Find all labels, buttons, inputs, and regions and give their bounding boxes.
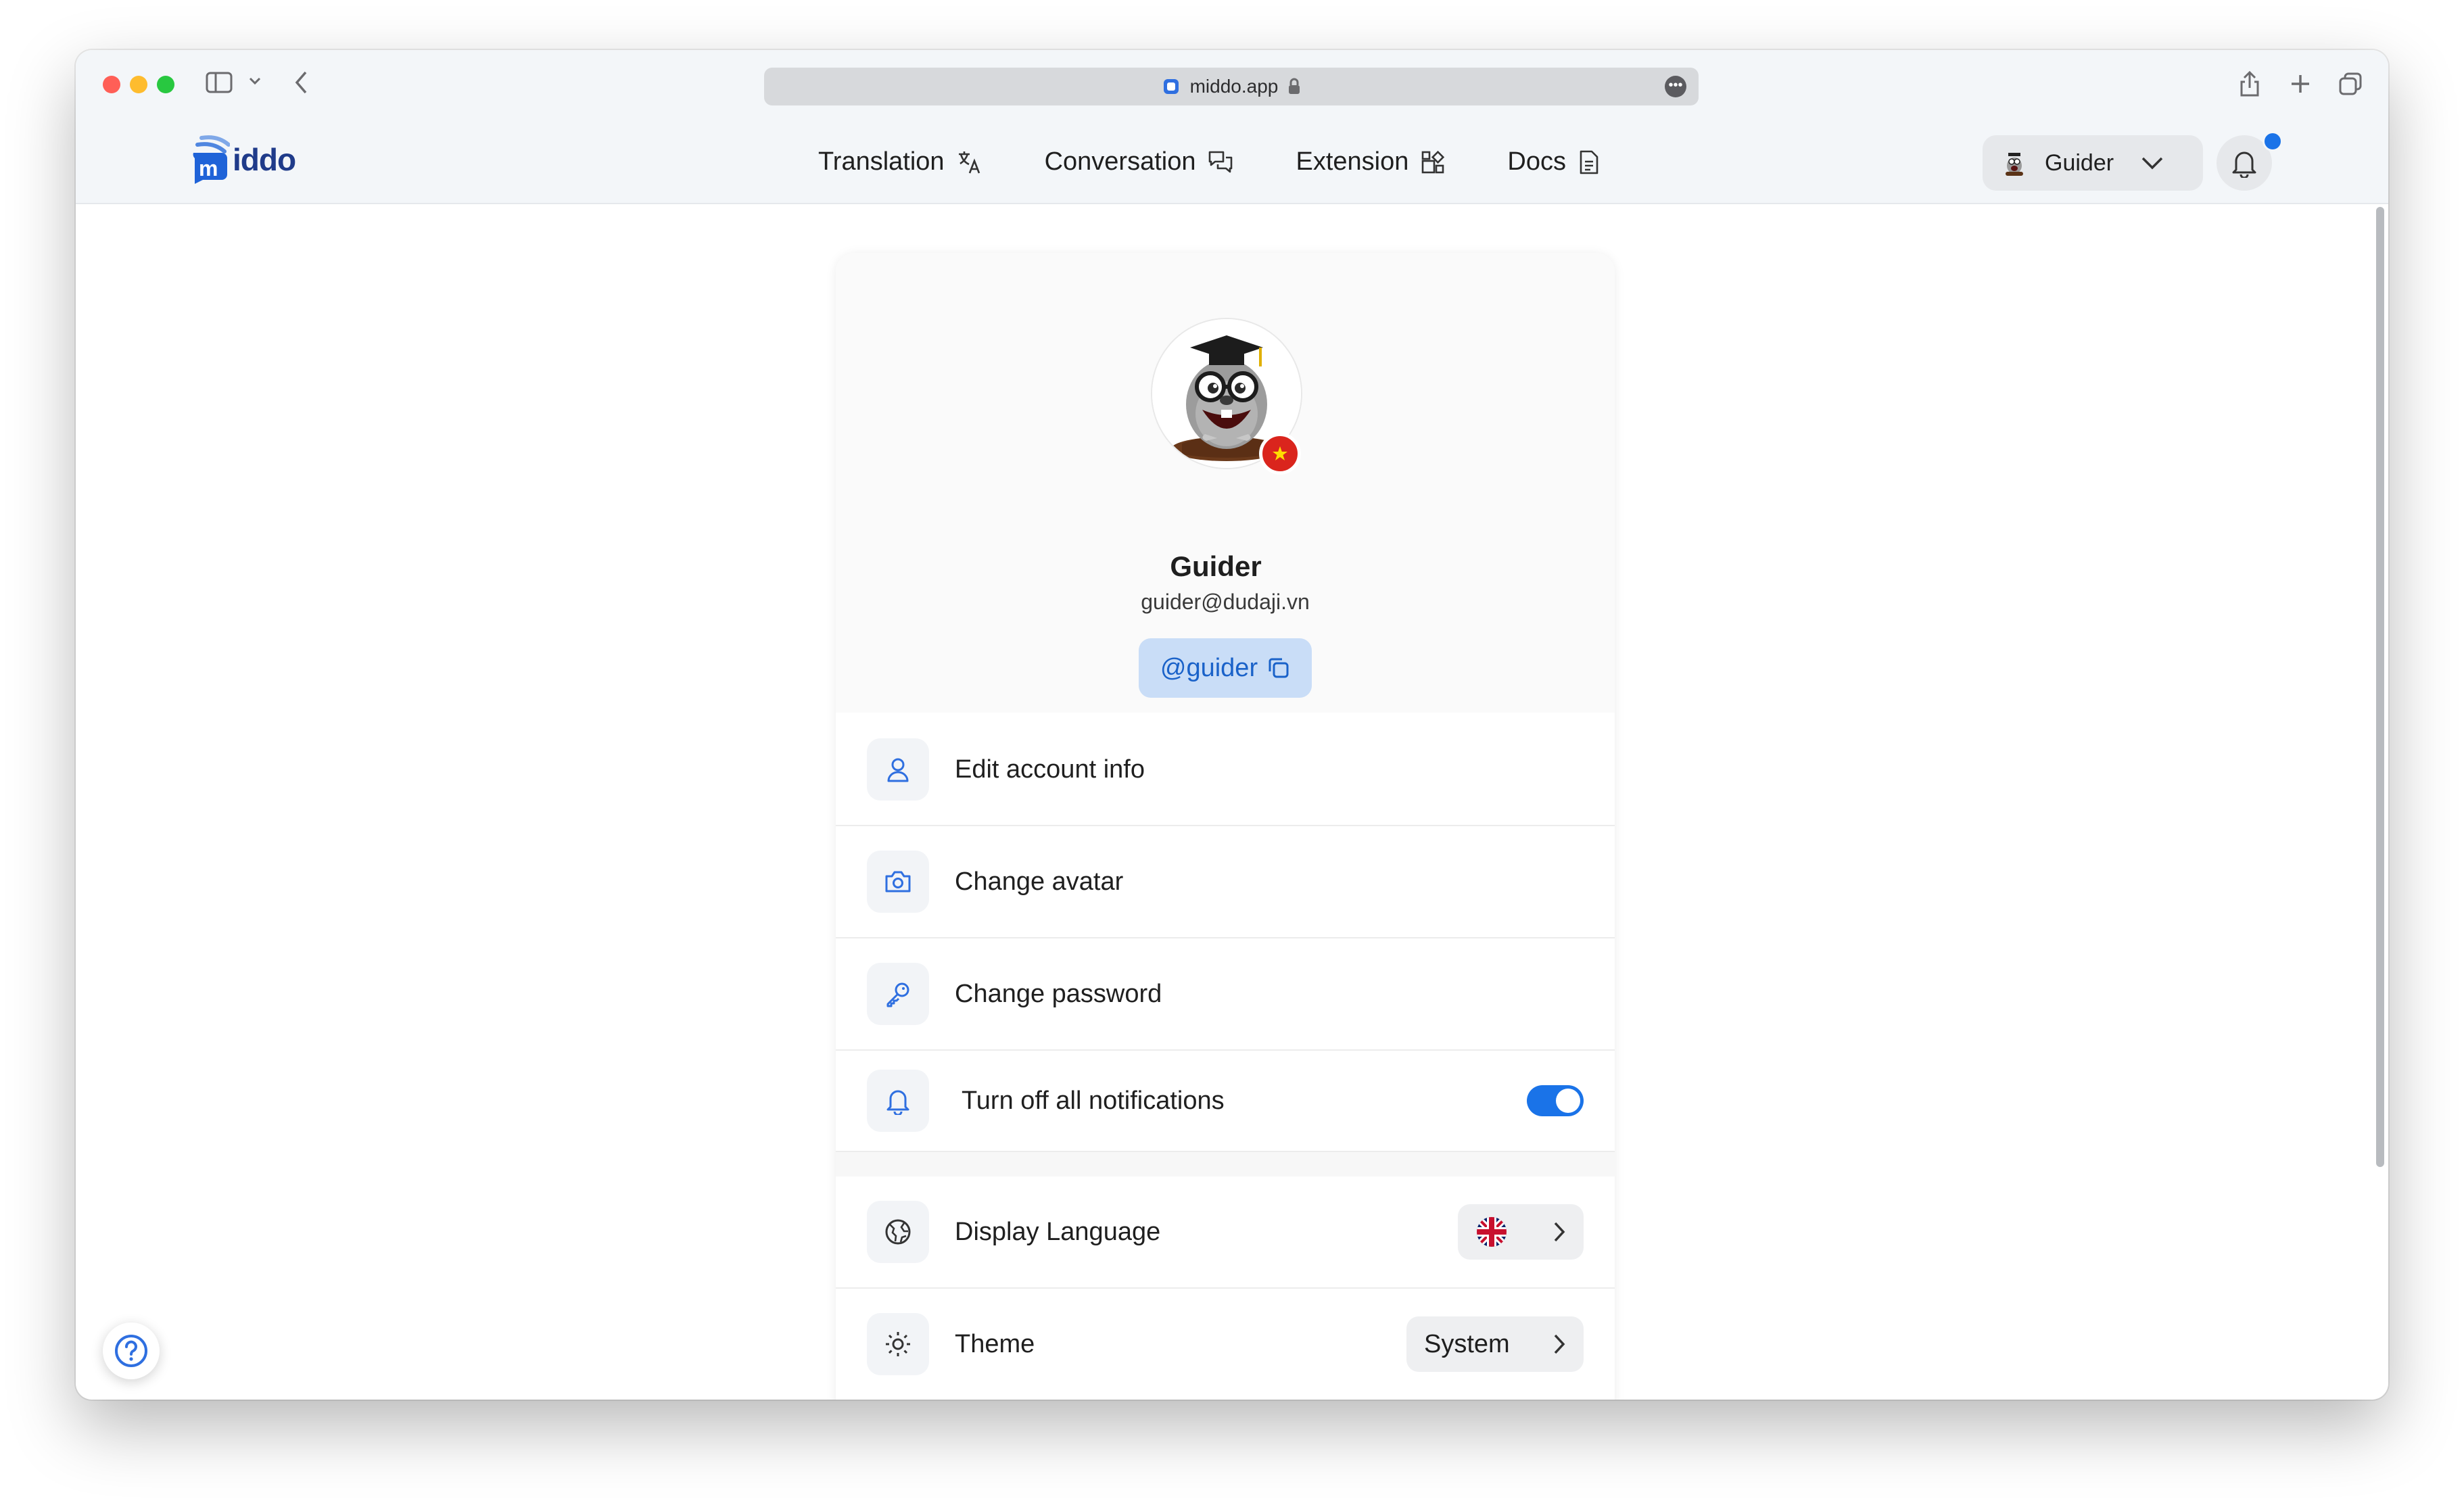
minimize-window-button[interactable] [130, 76, 147, 93]
new-tab-icon[interactable] [2290, 73, 2311, 95]
theme-selector[interactable]: System [1406, 1316, 1584, 1372]
nav-extension-label: Extension [1296, 147, 1409, 176]
language-selector[interactable] [1458, 1204, 1584, 1260]
setting-theme[interactable]: Theme System [836, 1289, 1615, 1400]
notifications-toggle[interactable] [1527, 1085, 1584, 1116]
page-scrollbar[interactable] [2376, 207, 2384, 1167]
setting-theme-label: Theme [955, 1329, 1035, 1358]
menu-change-avatar-label: Change avatar [955, 867, 1124, 896]
middo-logo[interactable]: m iddo [191, 135, 296, 184]
chevron-right-icon [1554, 1222, 1565, 1242]
nav-translation-label: Translation [818, 147, 945, 176]
maximize-window-button[interactable] [157, 76, 174, 93]
lock-icon [1289, 78, 1300, 94]
user-name: Guider [2045, 149, 2114, 176]
profile-card: Guider guider@dudaji.vn @guider Edit acc… [836, 253, 1615, 1400]
address-bar[interactable]: middo.app ••• [764, 68, 1699, 105]
uk-flag-icon [1477, 1217, 1507, 1247]
menu-notifications-label: Turn off all notifications [962, 1086, 1225, 1115]
translate-icon [958, 151, 980, 173]
logo-mark-icon: m [193, 135, 230, 184]
svg-text:m: m [199, 156, 218, 181]
menu-change-password-label: Change password [955, 979, 1162, 1008]
sidebar-icon[interactable] [206, 72, 233, 93]
setting-display-language-label: Display Language [955, 1217, 1161, 1246]
profile-name: Guider [1170, 550, 1262, 582]
menu-edit-account[interactable]: Edit account info [836, 714, 1615, 826]
user-avatar-small [1999, 148, 2029, 178]
chevron-down-icon[interactable] [249, 77, 261, 85]
key-icon [867, 963, 929, 1025]
sun-icon [867, 1313, 929, 1375]
globe-icon [867, 1201, 929, 1263]
tabs-overview-icon[interactable] [2338, 72, 2363, 96]
browser-window: middo.app ••• m iddo Translation Convers… [76, 50, 2388, 1400]
vietnam-flag-icon [1273, 446, 1287, 460]
menu-edit-account-label: Edit account info [955, 755, 1145, 784]
user-menu-button[interactable]: Guider [1983, 135, 2203, 191]
url-text: middo.app [1189, 76, 1279, 97]
nav-translation[interactable]: Translation [818, 147, 982, 176]
close-window-button[interactable] [103, 76, 120, 93]
copy-icon [1269, 658, 1289, 678]
country-flag-badge [1259, 433, 1301, 475]
back-icon[interactable] [293, 70, 308, 95]
bell-icon [2232, 151, 2256, 178]
document-icon [1580, 150, 1598, 174]
main-nav: Translation Conversation Extension Docs [818, 147, 1600, 176]
toggle-knob [1556, 1089, 1580, 1113]
section-divider [836, 1152, 1615, 1176]
nav-docs-label: Docs [1507, 147, 1566, 176]
menu-change-avatar[interactable]: Change avatar [836, 826, 1615, 938]
menu-notifications: Turn off all notifications [836, 1051, 1615, 1152]
nav-conversation[interactable]: Conversation [1045, 147, 1234, 176]
menu-change-password[interactable]: Change password [836, 938, 1615, 1051]
extension-icon [1422, 150, 1445, 173]
profile-handle: @guider [1160, 653, 1258, 682]
profile-email: guider@dudaji.vn [1141, 590, 1310, 614]
chat-icon [1209, 151, 1233, 172]
chevron-right-icon [1554, 1334, 1565, 1354]
browser-chrome: middo.app ••• m iddo Translation Convers… [76, 50, 2388, 203]
copy-handle-button[interactable]: @guider [1139, 638, 1312, 698]
notification-dot [2262, 131, 2283, 151]
camera-icon [867, 851, 929, 913]
more-icon[interactable]: ••• [1665, 76, 1686, 97]
nav-docs[interactable]: Docs [1507, 147, 1600, 176]
header-divider [76, 203, 2388, 204]
help-button[interactable] [103, 1323, 160, 1379]
share-icon[interactable] [2240, 70, 2260, 97]
help-icon [115, 1335, 147, 1367]
user-icon [867, 738, 929, 801]
nav-extension[interactable]: Extension [1296, 147, 1445, 176]
setting-display-language[interactable]: Display Language [836, 1176, 1615, 1289]
theme-value: System [1424, 1329, 1510, 1358]
chevron-down-icon [2141, 157, 2163, 170]
nav-conversation-label: Conversation [1044, 147, 1196, 176]
site-favicon [1163, 79, 1179, 94]
bell-icon [867, 1070, 929, 1132]
logo-text: iddo [233, 142, 296, 177]
